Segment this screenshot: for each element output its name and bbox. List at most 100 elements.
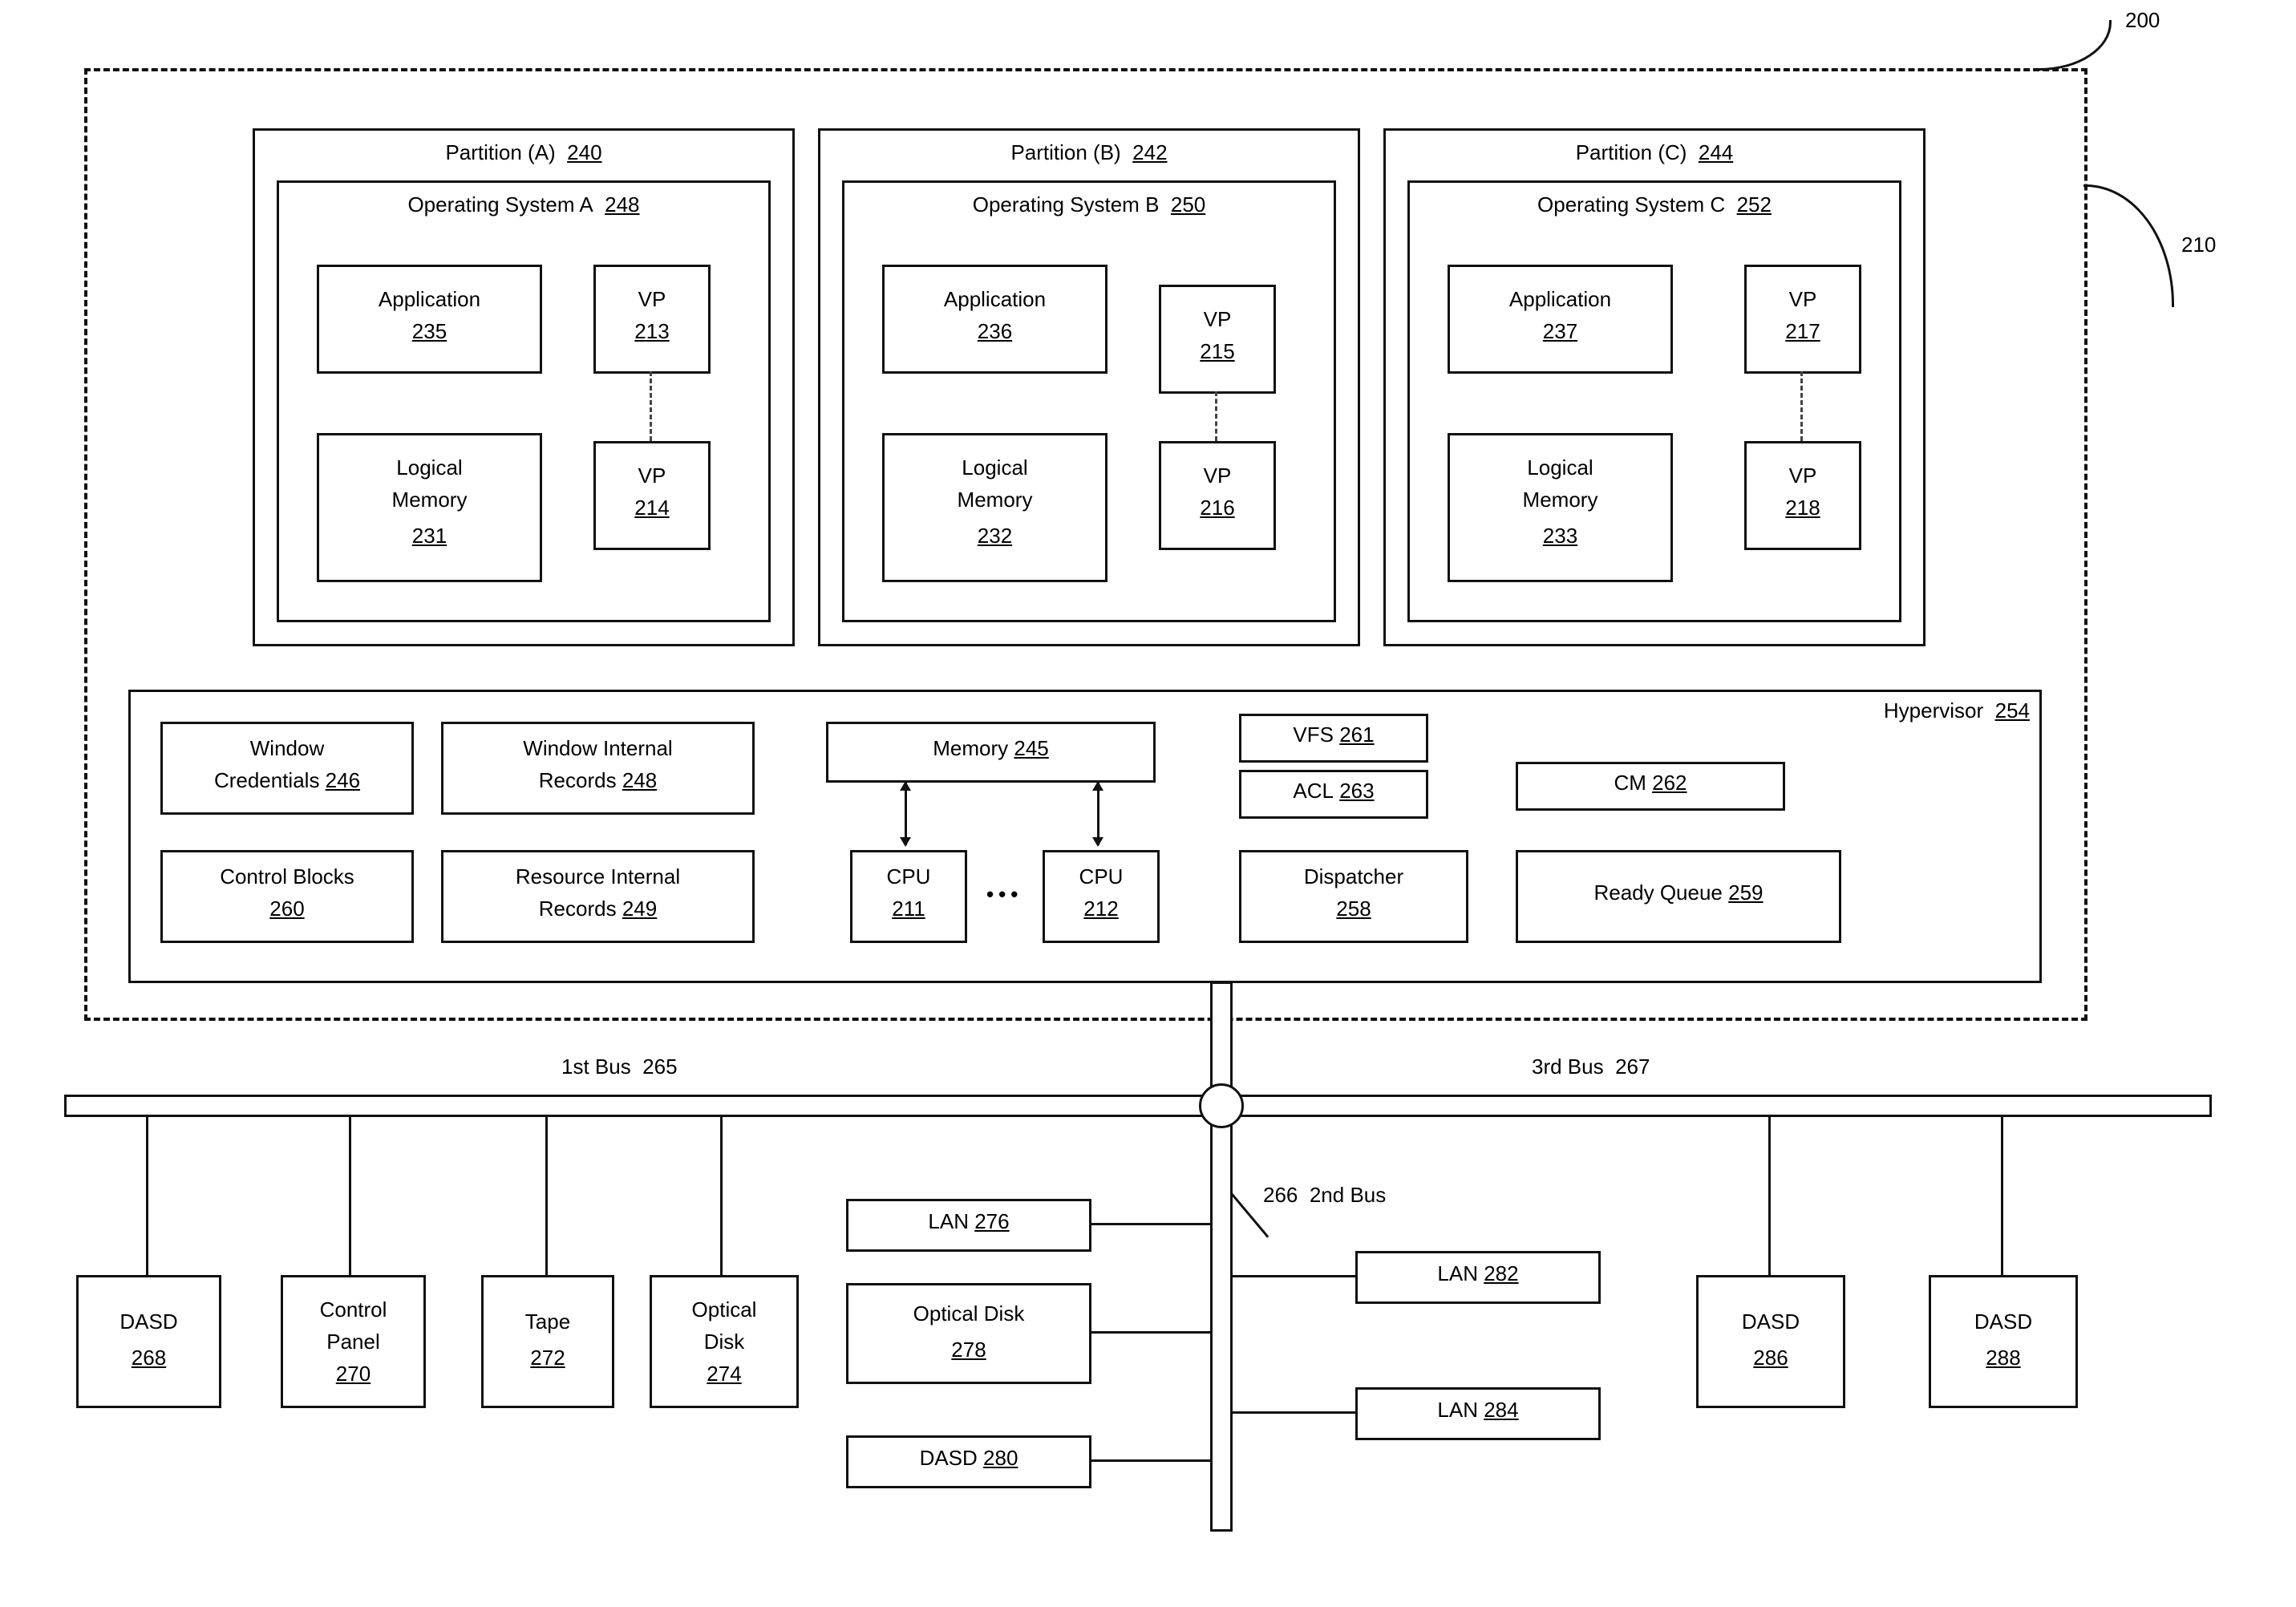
cm-ref: 262 (1652, 771, 1687, 795)
lan276-ref: 276 (974, 1209, 1009, 1233)
ctrlpanel-ref: 270 (336, 1362, 371, 1386)
optical278-ref: 278 (951, 1338, 986, 1362)
dasd-288: DASD 288 (1929, 1275, 2078, 1408)
bus2-text: 2nd Bus (1310, 1183, 1386, 1207)
vp-a-2-ref: 214 (634, 496, 669, 520)
window-internal-records: Window Internal Records 248 (441, 722, 755, 815)
cpu-211: CPU 211 (850, 850, 967, 943)
vfs: VFS 261 (1239, 714, 1428, 763)
os-b-title-text: Operating System B (973, 192, 1160, 217)
bus1-ref: 265 (642, 1054, 677, 1079)
ref-210: 210 (2181, 233, 2216, 257)
dasd286-text: DASD (1742, 1309, 1800, 1334)
ctrlblk-text: Control Blocks (220, 864, 354, 889)
dasd-268: DASD 268 (76, 1275, 221, 1408)
conn-lan284 (1230, 1411, 1359, 1414)
optical-disk-278: Optical Disk 278 (846, 1283, 1091, 1384)
lan-284: LAN 284 (1355, 1387, 1601, 1440)
bus1-text: 1st Bus (561, 1054, 631, 1079)
lan276-text: LAN (928, 1209, 969, 1233)
app-c-text: Application (1450, 287, 1670, 312)
optical274-ref: 274 (707, 1362, 741, 1386)
tape: Tape 272 (481, 1275, 614, 1408)
acl-ref: 263 (1339, 779, 1374, 803)
window-credentials: Window Window CredentialsCredentials 246 (160, 722, 414, 815)
vp-a-2-text: VP (596, 463, 708, 488)
control-panel: Control Panel 270 (281, 1275, 426, 1408)
conn-dasd288 (2001, 1115, 2003, 1275)
dispatcher: Dispatcher 258 (1239, 850, 1468, 943)
tape-text: Tape (525, 1309, 570, 1334)
ctrlblk-ref: 260 (269, 897, 304, 921)
vfs-text: VFS (1293, 723, 1334, 747)
logical-mem-c: Logical Memory 233 (1448, 433, 1673, 582)
os-c-title-text: Operating System C (1537, 192, 1725, 217)
partition-a-title-ref: 240 (567, 140, 601, 164)
arrow-mem-cpu2 (1097, 783, 1099, 845)
dasd280-ref: 280 (983, 1446, 1018, 1470)
dasd-280: DASD 280 (846, 1435, 1091, 1488)
conn-dasd280 (1087, 1459, 1210, 1462)
app-c-ref: 237 (1543, 319, 1577, 343)
resource-internal-records: Resource Internal Records 249 (441, 850, 755, 943)
dispatcher-ref: 258 (1336, 897, 1371, 921)
lan282-text: LAN (1437, 1261, 1478, 1285)
app-b: Application 236 (882, 265, 1108, 374)
bus-1 (64, 1095, 1206, 1117)
vp-c-dots (1800, 371, 1803, 441)
dasd268-text: DASD (119, 1309, 177, 1334)
wincred-ref: 246 (326, 768, 360, 792)
os-a-title: Operating System A 248 (279, 192, 768, 217)
os-a-title-text: Operating System A (407, 192, 593, 217)
app-b-ref: 236 (978, 319, 1012, 343)
conn-dasd268 (146, 1115, 148, 1275)
cm: CM 262 (1516, 762, 1785, 811)
bus3-label: 3rd Bus 267 (1532, 1054, 1650, 1079)
memory-text: Memory (933, 736, 1008, 760)
optical278-text: Optical Disk (913, 1301, 1025, 1326)
partition-a-title-text: Partition (A) (445, 140, 555, 164)
cpu-ellipsis: ••• (986, 882, 1022, 907)
vp-b-1-text: VP (1161, 307, 1274, 332)
vp-c-1-text: VP (1747, 287, 1859, 312)
logical-mem-b: Logical Memory 232 (882, 433, 1108, 582)
dasd-286: DASD 286 (1696, 1275, 1845, 1408)
partition-b-title: Partition (B) 242 (820, 140, 1358, 165)
vp-c-2: VP 218 (1744, 441, 1861, 550)
cpu1-ref: 211 (892, 897, 925, 921)
app-a: Application 235 (317, 265, 542, 374)
vp-c-1-ref: 217 (1785, 319, 1820, 343)
vp-c-2-ref: 218 (1785, 496, 1820, 520)
logical-mem-a: Logical Memory 231 (317, 433, 542, 582)
os-b-title-ref: 250 (1171, 192, 1205, 217)
ready-queue: Ready Queue 259 (1516, 850, 1841, 943)
bus1-label: 1st Bus 265 (561, 1054, 678, 1079)
app-a-ref: 235 (412, 319, 447, 343)
partition-b-title-ref: 242 (1132, 140, 1167, 164)
bus-junction (1199, 1083, 1244, 1128)
os-a-title-ref: 248 (605, 192, 639, 217)
vp-b-1-ref: 215 (1200, 339, 1234, 363)
readyq-text: Ready Queue (1593, 880, 1722, 905)
dasd288-ref: 288 (1986, 1346, 2020, 1370)
cpu2-text: CPU (1079, 864, 1124, 889)
conn-ctrlpanel (349, 1115, 351, 1275)
leader-210 (2083, 184, 2174, 307)
ref-200: 200 (2125, 8, 2160, 33)
partition-c-title-ref: 244 (1699, 140, 1733, 164)
vp-b-1: VP 215 (1159, 285, 1276, 394)
conn-dasd286 (1768, 1115, 1771, 1275)
acl: ACL 263 (1239, 770, 1428, 819)
bus2-label: 266 2nd Bus (1263, 1183, 1386, 1208)
logmem-b-ref: 232 (978, 524, 1012, 548)
dispatcher-text: Dispatcher (1304, 864, 1403, 889)
lan282-ref: 282 (1484, 1261, 1518, 1285)
optical-disk-274: Optical Disk 274 (650, 1275, 799, 1408)
arrow-mem-cpu1 (905, 783, 907, 845)
dasd268-ref: 268 (132, 1346, 166, 1370)
vp-b-dots (1215, 391, 1217, 441)
memory-ref: 245 (1014, 736, 1048, 760)
logmem-c-ref: 233 (1543, 524, 1577, 548)
app-a-text: Application (319, 287, 540, 312)
vfs-ref: 261 (1339, 723, 1374, 747)
